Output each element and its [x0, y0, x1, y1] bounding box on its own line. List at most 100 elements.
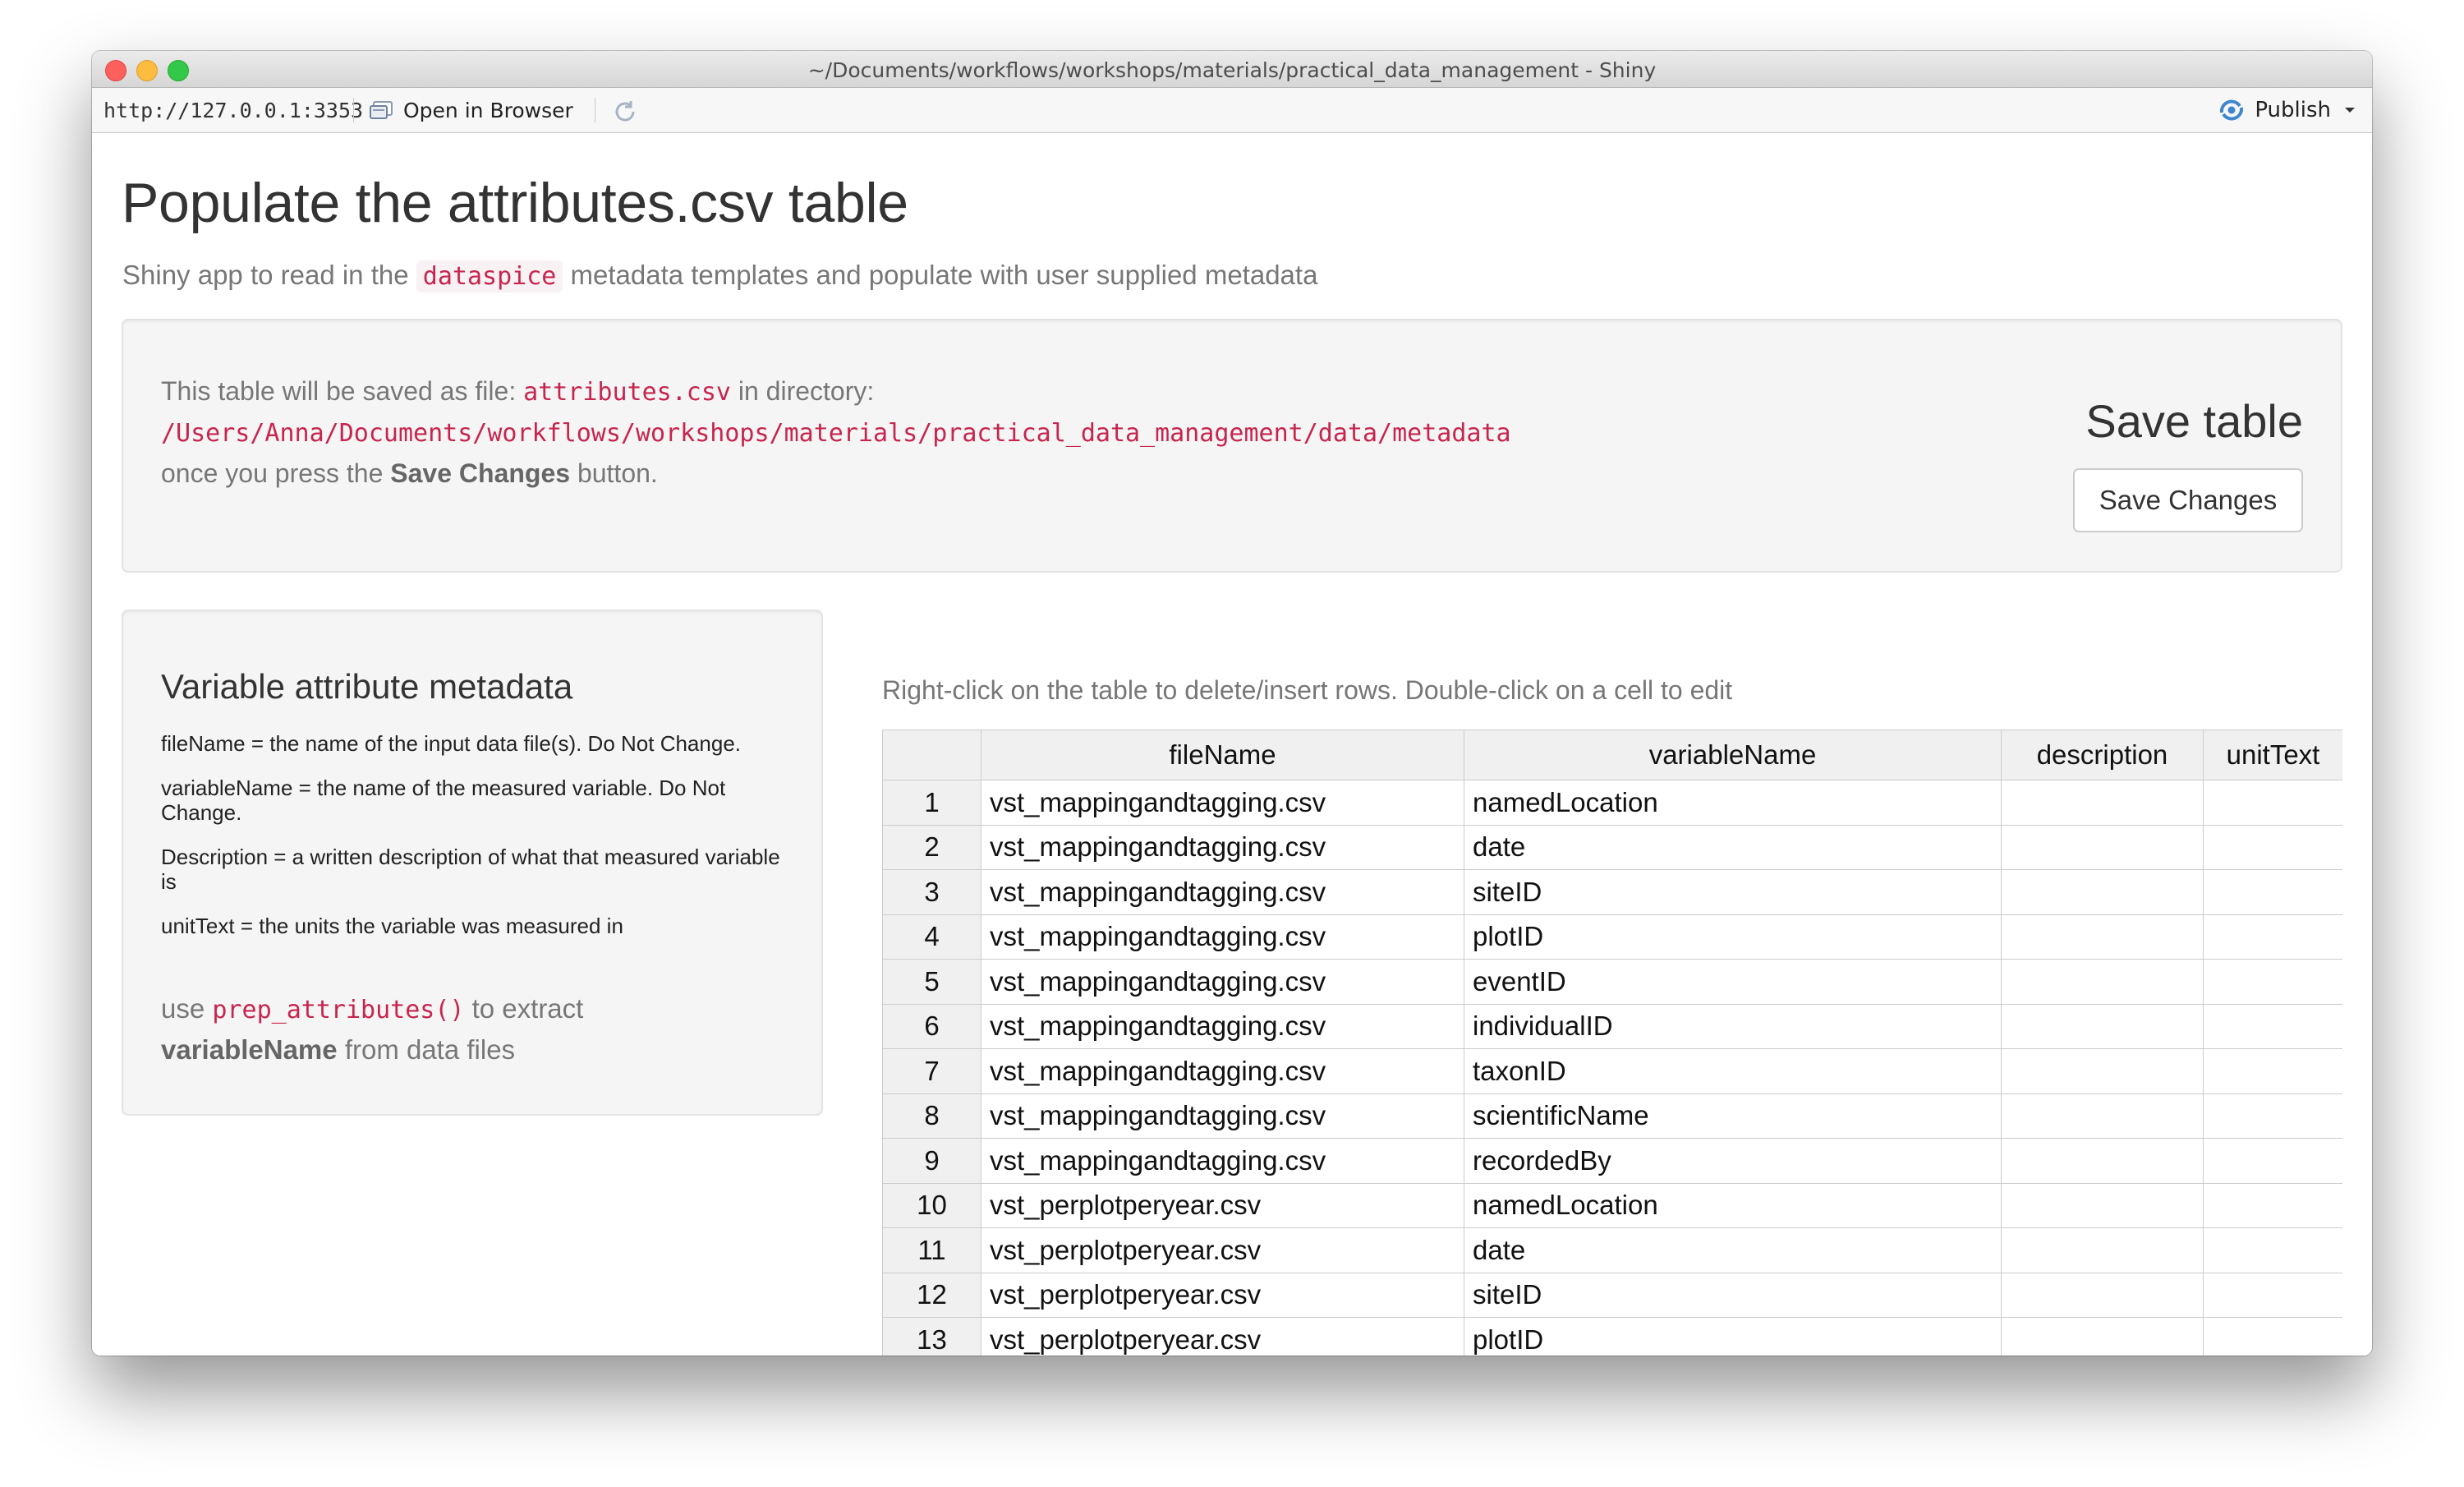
unittext-cell[interactable]	[2203, 1182, 2342, 1228]
filename-cell[interactable]: vst_mappingandtagging.csv	[981, 780, 1464, 826]
row-number-cell: 1	[882, 780, 981, 826]
table-row: 10 vst_perplotperyear.csv namedLocation	[882, 1182, 2342, 1228]
open-in-browser-button[interactable]: Open in Browser	[369, 96, 573, 124]
publish-button[interactable]: Publish	[2217, 96, 2356, 124]
title-bar: ~/Documents/workflows/workshops/material…	[92, 51, 2372, 88]
column-header-unittext[interactable]: unitText	[2203, 730, 2342, 780]
variablename-cell[interactable]: scientificName	[1464, 1093, 2002, 1139]
column-header-variablename[interactable]: variableName	[1464, 730, 2002, 780]
row-number-cell: 9	[882, 1138, 981, 1184]
unittext-cell[interactable]	[2203, 959, 2342, 1005]
variablename-cell[interactable]: taxonID	[1464, 1048, 2002, 1094]
variablename-cell[interactable]: eventID	[1464, 959, 2002, 1005]
column-header-filename[interactable]: fileName	[981, 730, 1464, 780]
description-cell[interactable]	[2001, 1138, 2204, 1184]
subtitle-text: Shiny app to read in the	[122, 260, 409, 290]
filename-cell[interactable]: vst_mappingandtagging.csv	[981, 1048, 1464, 1094]
open-in-browser-icon	[370, 101, 393, 119]
row-number-cell: 3	[882, 869, 981, 915]
viewer-toolbar: http://127.0.0.1:3353 Open in Browser Pu…	[92, 88, 2372, 133]
description-cell[interactable]	[2001, 1093, 2204, 1139]
toolbar-divider	[353, 98, 354, 122]
subtitle-text: metadata templates and populate with use…	[570, 260, 1318, 290]
variablename-cell[interactable]: date	[1464, 824, 2002, 870]
variablename-cell[interactable]: namedLocation	[1464, 780, 2002, 826]
sidebar-note: unitText = the units the variable was me…	[161, 914, 623, 938]
unittext-cell[interactable]	[2203, 869, 2342, 915]
filename-cell[interactable]: vst_mappingandtagging.csv	[981, 824, 1464, 870]
attributes-table[interactable]: fileName variableName description unitTe…	[882, 730, 2342, 1356]
description-cell[interactable]	[2001, 1272, 2204, 1318]
help-bold: variableName	[161, 1034, 338, 1065]
help-text: use	[161, 993, 205, 1024]
sidebar-notes: fileName = the name of the input data fi…	[161, 731, 793, 958]
chevron-down-icon[interactable]	[2344, 106, 2356, 114]
filename-cell[interactable]: vst_perplotperyear.csv	[981, 1182, 1464, 1228]
unittext-cell[interactable]	[2203, 1138, 2342, 1184]
sidebar-note: fileName = the name of the input data fi…	[161, 731, 741, 756]
save-info: This table will be saved as file: attrib…	[161, 371, 1511, 494]
filename-cell[interactable]: vst_mappingandtagging.csv	[981, 914, 1464, 960]
variablename-cell[interactable]: siteID	[1464, 869, 2002, 915]
page-title: Populate the attributes.csv table	[122, 172, 908, 234]
unittext-cell[interactable]	[2203, 824, 2342, 870]
unittext-cell[interactable]	[2203, 1227, 2342, 1273]
unittext-cell[interactable]	[2203, 780, 2342, 826]
refresh-icon[interactable]	[611, 98, 639, 126]
filename-cell[interactable]: vst_perplotperyear.csv	[981, 1227, 1464, 1273]
unittext-cell[interactable]	[2203, 1003, 2342, 1049]
unittext-cell[interactable]	[2203, 1272, 2342, 1318]
variablename-cell[interactable]: namedLocation	[1464, 1182, 2002, 1228]
filename-cell[interactable]: vst_perplotperyear.csv	[981, 1272, 1464, 1318]
variablename-cell[interactable]: recordedBy	[1464, 1138, 2002, 1184]
unittext-cell[interactable]	[2203, 914, 2342, 960]
filename-cell[interactable]: vst_mappingandtagging.csv	[981, 959, 1464, 1005]
row-number-cell: 5	[882, 959, 981, 1005]
attributes-table-container: fileName variableName description unitTe…	[882, 730, 2342, 1356]
variablename-cell[interactable]: date	[1464, 1227, 2002, 1273]
unittext-cell[interactable]	[2203, 1317, 2342, 1356]
filename-cell[interactable]: vst_mappingandtagging.csv	[981, 1093, 1464, 1139]
help-text: from data files	[344, 1034, 516, 1065]
save-changes-button[interactable]: Save Changes	[2073, 468, 2303, 532]
column-header-description[interactable]: description	[2001, 730, 2204, 780]
row-number-cell: 2	[882, 824, 981, 870]
description-cell[interactable]	[2001, 780, 2204, 826]
filename-cell[interactable]: vst_mappingandtagging.csv	[981, 1138, 1464, 1184]
save-info-text: button.	[577, 458, 658, 488]
variablename-cell[interactable]: siteID	[1464, 1272, 2002, 1318]
subtitle-code: dataspice	[416, 260, 563, 292]
table-row: 12 vst_perplotperyear.csv siteID	[882, 1272, 2342, 1318]
filename-cell[interactable]: vst_mappingandtagging.csv	[981, 869, 1464, 915]
description-cell[interactable]	[2001, 869, 2204, 915]
description-cell[interactable]	[2001, 1048, 2204, 1094]
description-cell[interactable]	[2001, 1182, 2204, 1228]
save-info-text: in directory:	[738, 376, 875, 406]
row-number-cell: 13	[882, 1317, 981, 1356]
filename-cell[interactable]: vst_perplotperyear.csv	[981, 1317, 1464, 1356]
variablename-cell[interactable]: individualID	[1464, 1003, 2002, 1049]
open-in-browser-label: Open in Browser	[403, 98, 573, 122]
description-cell[interactable]	[2001, 914, 2204, 960]
save-info-text: once you press the	[161, 458, 384, 488]
description-cell[interactable]	[2001, 959, 2204, 1005]
variablename-cell[interactable]: plotID	[1464, 1317, 2002, 1356]
sidebar-panel: Variable attribute metadata fileName = t…	[122, 610, 823, 1116]
description-cell[interactable]	[2001, 1317, 2204, 1356]
table-row: 2 vst_mappingandtagging.csv date	[882, 824, 2342, 870]
description-cell[interactable]	[2001, 1003, 2204, 1049]
unittext-cell[interactable]	[2203, 1048, 2342, 1094]
sidebar-heading: Variable attribute metadata	[161, 667, 573, 706]
publish-icon	[2220, 99, 2244, 121]
browser-window: ~/Documents/workflows/workshops/material…	[92, 51, 2372, 1356]
variablename-cell[interactable]: plotID	[1464, 914, 2002, 960]
save-changes-bold: Save Changes	[390, 458, 571, 488]
row-number-cell: 6	[882, 1003, 981, 1049]
description-cell[interactable]	[2001, 1227, 2204, 1273]
url-text[interactable]: http://127.0.0.1:3353	[103, 99, 363, 122]
directory-path-code: /Users/Anna/Documents/workflows/workshop…	[161, 419, 1511, 448]
unittext-cell[interactable]	[2203, 1093, 2342, 1139]
help-code: prep_attributes()	[212, 996, 465, 1024]
description-cell[interactable]	[2001, 824, 2204, 870]
filename-cell[interactable]: vst_mappingandtagging.csv	[981, 1003, 1464, 1049]
